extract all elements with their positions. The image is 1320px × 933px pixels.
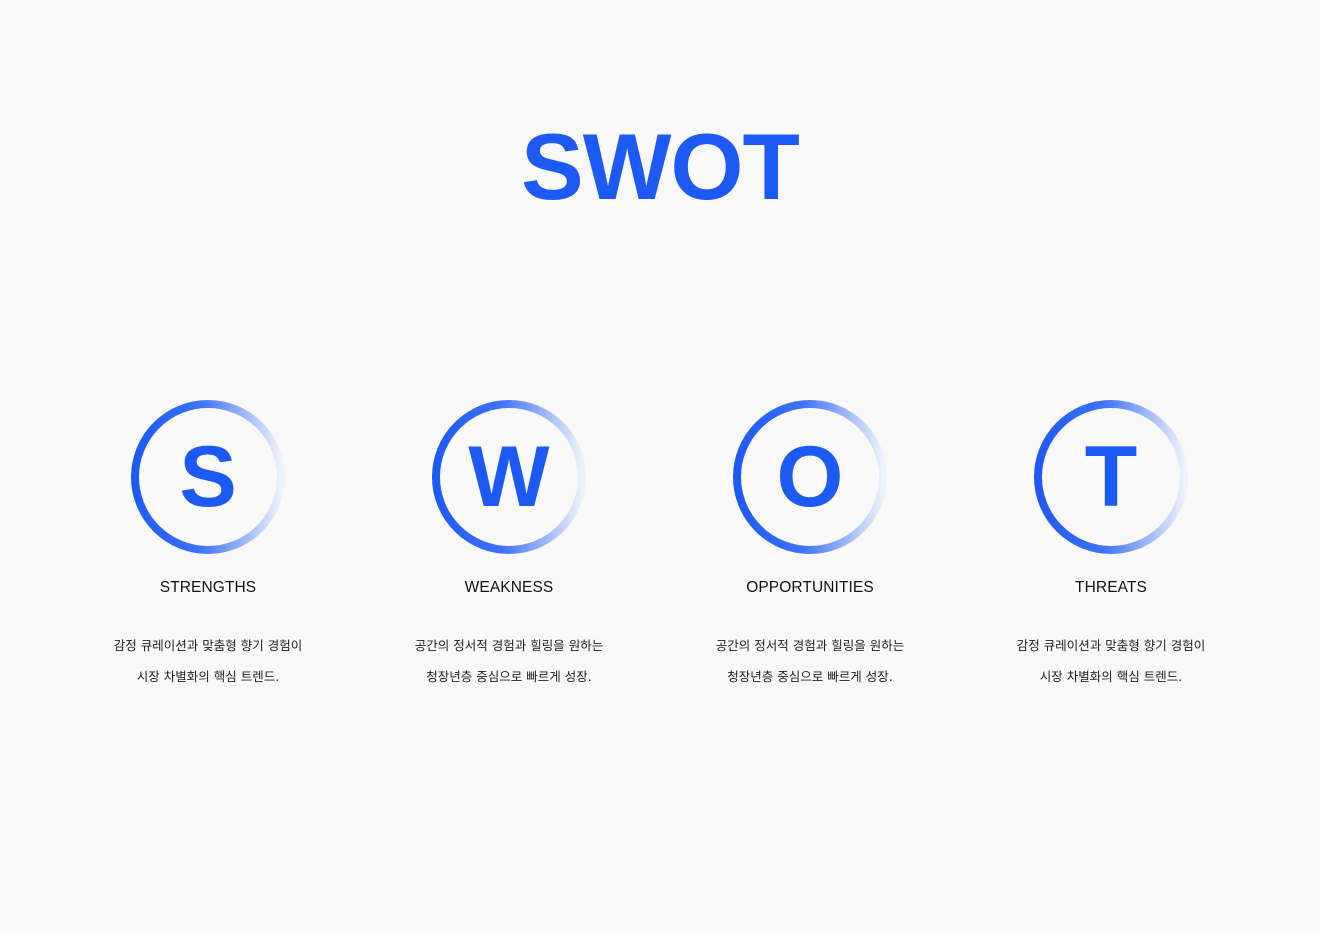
page-title: SWOT	[521, 114, 800, 219]
swot-letter: W	[468, 429, 550, 525]
swot-description: 감정 큐레이션과 맞춤형 향기 경험이 시장 차별화의 핵심 트렌드.	[58, 630, 358, 692]
swot-letter: O	[776, 429, 844, 525]
description-line-2: 청장년층 중심으로 빠르게 성장.	[727, 669, 893, 684]
swot-item-threats: T THREATS 감정 큐레이션과 맞춤형 향기 경험이 시장 차별화의 핵심…	[961, 398, 1261, 692]
swot-heading: WEAKNESS	[464, 579, 554, 596]
swot-letter: S	[179, 429, 237, 525]
swot-item-weakness: W WEAKNESS 공간의 정서적 경험과 힐링을 원하는 청장년층 중심으로…	[359, 398, 659, 692]
swot-heading: STRENGTHS	[159, 579, 257, 596]
description-line-2: 시장 차별화의 핵심 트렌드.	[136, 669, 280, 684]
description-line-1: 감정 큐레이션과 맞춤형 향기 경험이	[113, 638, 303, 653]
swot-description: 공간의 정서적 경험과 힐링을 원하는 청장년층 중심으로 빠르게 성장.	[359, 630, 659, 692]
description-line-1: 감정 큐레이션과 맞춤형 향기 경험이	[1016, 638, 1206, 653]
description-line-2: 청장년층 중심으로 빠르게 성장.	[426, 669, 592, 684]
description-line-2: 시장 차별화의 핵심 트렌드.	[1039, 669, 1183, 684]
w-circle-icon: W	[430, 398, 588, 556]
s-circle-icon: S	[129, 398, 287, 556]
o-circle-icon: O	[731, 398, 889, 556]
swot-letter: T	[1084, 429, 1138, 525]
swot-item-strengths: S STRENGTHS 감정 큐레이션과 맞춤형 향기 경험이 시장 차별화의 …	[58, 398, 358, 692]
swot-heading: OPPORTUNITIES	[746, 579, 874, 596]
t-circle-icon: T	[1032, 398, 1190, 556]
swot-description: 감정 큐레이션과 맞춤형 향기 경험이 시장 차별화의 핵심 트렌드.	[961, 630, 1261, 692]
description-line-1: 공간의 정서적 경험과 힐링을 원하는	[715, 638, 905, 653]
description-line-1: 공간의 정서적 경험과 힐링을 원하는	[414, 638, 604, 653]
swot-item-opportunities: O OPPORTUNITIES 공간의 정서적 경험과 힐링을 원하는 청장년층…	[660, 398, 960, 692]
swot-heading: THREATS	[1075, 579, 1147, 596]
swot-description: 공간의 정서적 경험과 힐링을 원하는 청장년층 중심으로 빠르게 성장.	[660, 630, 960, 692]
